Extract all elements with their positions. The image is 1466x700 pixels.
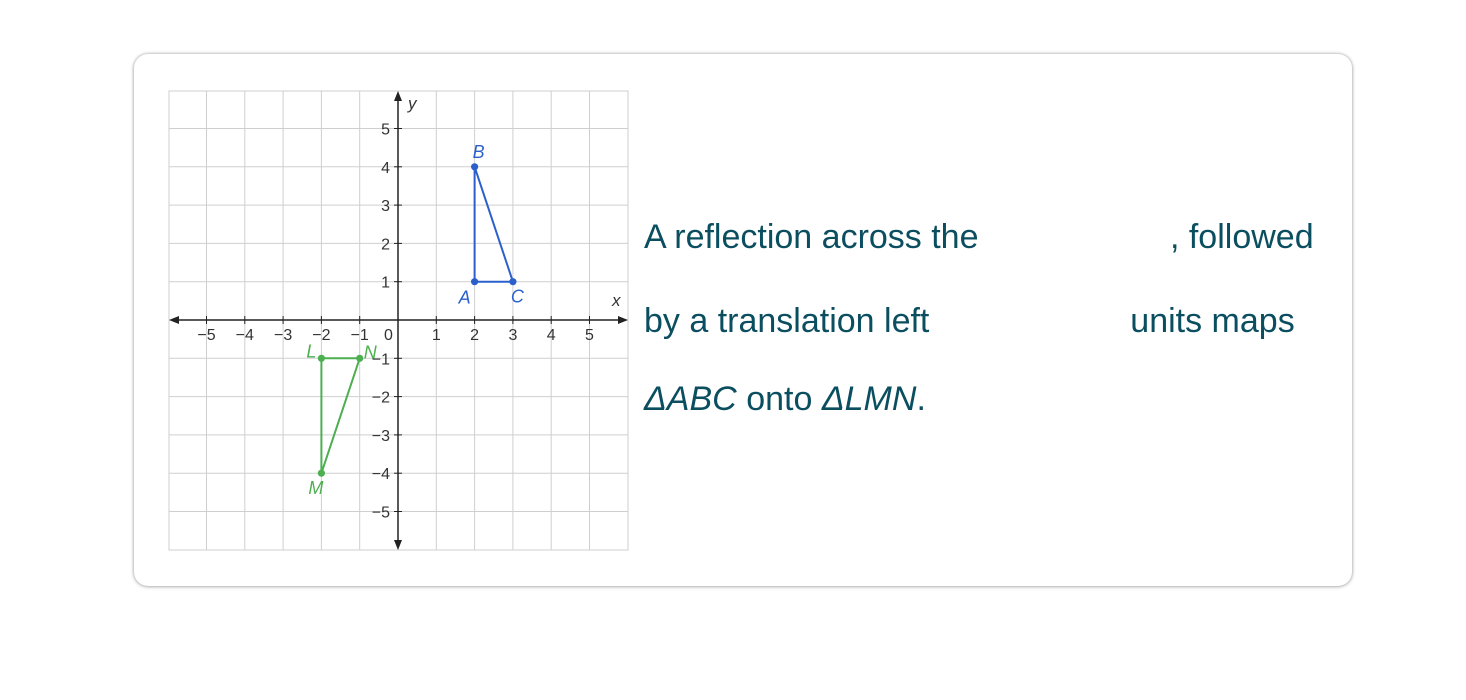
x-tick-label: 5 — [585, 327, 594, 344]
vertex-label-l: L — [306, 341, 316, 361]
y-tick-label: −4 — [372, 466, 390, 483]
vertex-a — [471, 278, 479, 286]
vertex-label-a: A — [458, 288, 471, 308]
y-tick-label: 3 — [381, 198, 390, 215]
problem-line-1: A reflection across the , followed — [644, 220, 1314, 254]
y-axis-label: y — [407, 94, 418, 113]
vertex-c — [509, 278, 517, 286]
x-tick-label: 3 — [508, 327, 517, 344]
line1-before-text: A reflection across the — [644, 218, 979, 256]
vertex-label-n: N — [364, 342, 378, 362]
line2-before-text: by a translation left — [644, 302, 930, 340]
vertex-label-b: B — [473, 142, 485, 162]
period-text: . — [916, 380, 926, 418]
x-tick-label: −4 — [236, 327, 254, 344]
y-tick-label: −2 — [372, 390, 390, 407]
x-tick-label: 1 — [432, 327, 441, 344]
y-tick-label: 1 — [381, 275, 390, 292]
vertex-m — [317, 469, 325, 477]
origin-label: 0 — [384, 327, 393, 344]
x-tick-label: −3 — [274, 327, 292, 344]
y-tick-label: 2 — [381, 236, 390, 253]
vertex-b — [471, 163, 479, 171]
vertex-l — [317, 354, 325, 362]
y-tick-label: 5 — [381, 122, 390, 139]
y-tick-label: 4 — [381, 160, 390, 177]
line1-after-text: , followed — [1169, 218, 1314, 256]
y-tick-label: −3 — [372, 428, 390, 445]
y-tick-label: −5 — [372, 505, 390, 522]
x-tick-label: −5 — [197, 327, 215, 344]
x-tick-label: 2 — [470, 327, 479, 344]
triangle-abc-text: ΔABC — [644, 380, 737, 418]
vertex-label-c: C — [511, 287, 525, 307]
line2-after-text: units maps — [1130, 302, 1295, 340]
vertex-n — [356, 354, 364, 362]
vertex-label-m: M — [308, 478, 323, 498]
problem-line-2: by a translation left units maps — [644, 304, 1295, 338]
x-tick-label: 4 — [547, 327, 556, 344]
problem-line-3: ΔABC onto ΔLMN. — [644, 382, 926, 416]
onto-text: onto — [746, 380, 813, 418]
x-axis-label: x — [611, 291, 621, 310]
triangle-lmn-text: ΔLMN — [821, 380, 917, 418]
